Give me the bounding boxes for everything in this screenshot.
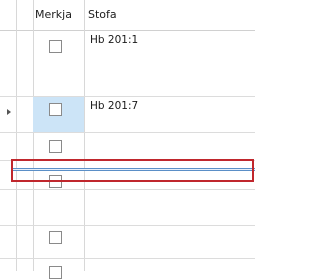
column-header-stofa[interactable]: Stofa [88, 8, 117, 21]
row-checkbox[interactable] [49, 231, 62, 244]
current-row-arrow-icon [7, 109, 11, 115]
row-header-divider [16, 0, 17, 271]
column-header-merkja[interactable]: Merkja [35, 8, 72, 21]
column-divider [33, 0, 34, 271]
row-separator [0, 189, 255, 190]
column-divider[interactable] [84, 0, 85, 271]
row-separator [0, 225, 255, 226]
data-grid: Merkja Stofa Hb 201:1 Hb 201:7 [0, 0, 255, 279]
stofa-cell[interactable]: Hb 201:1 [90, 34, 138, 46]
row-separator [0, 96, 255, 97]
row-checkbox[interactable] [49, 140, 62, 153]
grid-header-row: Merkja Stofa [0, 0, 255, 31]
row-separator [0, 258, 255, 259]
drop-target-highlight [11, 159, 254, 182]
row-checkbox[interactable] [49, 40, 62, 53]
row-checkbox[interactable] [49, 103, 62, 116]
stofa-cell[interactable]: Hb 201:7 [90, 100, 138, 112]
row-checkbox[interactable] [49, 266, 62, 279]
row-separator [0, 132, 255, 133]
